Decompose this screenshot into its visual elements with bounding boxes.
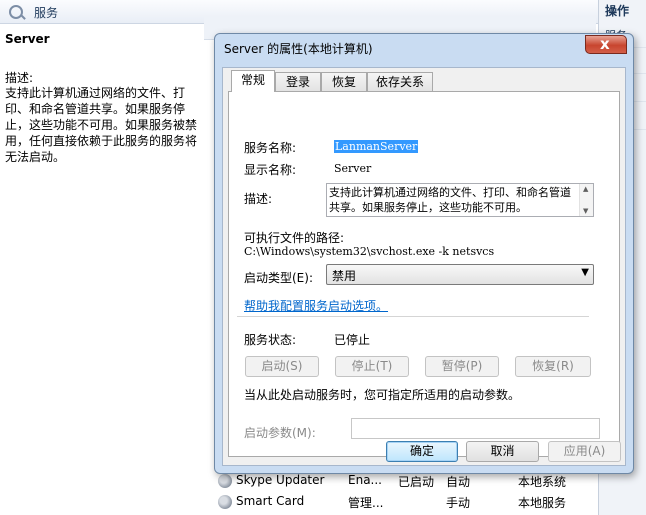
search-icon xyxy=(9,5,23,19)
help-link[interactable]: 帮助我配置服务启动选项。 xyxy=(244,297,388,314)
window-title: 服务 xyxy=(34,6,59,20)
ok-button[interactable]: 确定 xyxy=(386,441,458,462)
actions-title: 操作 xyxy=(605,4,630,18)
divider xyxy=(237,316,589,317)
apply-button[interactable]: 应用(A) xyxy=(548,441,621,462)
close-icon: x xyxy=(600,35,610,53)
service-name-label: 服务名称: xyxy=(244,141,297,155)
tab-dependencies[interactable]: 依存关系 xyxy=(367,72,433,91)
service-status-value: 已停止 xyxy=(334,333,371,347)
startup-type-value: 禁用 xyxy=(332,269,357,283)
service-status-label: 服务状态: xyxy=(244,333,297,347)
scroll-up-icon[interactable]: ▲ xyxy=(583,185,588,193)
description-label: 描述: xyxy=(5,71,34,85)
resume-button[interactable]: 恢复(R) xyxy=(515,356,591,377)
service-name-value[interactable]: LanmanServer xyxy=(334,140,419,153)
dialog-title-bar[interactable]: Server 的属性(本地计算机) x xyxy=(215,34,633,61)
service-gear-icon xyxy=(218,474,232,488)
scroll-down-icon[interactable]: ▼ xyxy=(583,207,588,215)
selected-service-name: Server xyxy=(5,32,50,46)
startup-type-label: 启动类型(E): xyxy=(244,271,313,285)
tab-recovery[interactable]: 恢复 xyxy=(321,72,367,91)
start-params-label: 启动参数(M): xyxy=(244,426,316,440)
service-row[interactable]: Skype Updater Ena... 已启动 自动 本地系统 xyxy=(216,471,596,491)
pause-button[interactable]: 暂停(P) xyxy=(425,356,499,377)
properties-dialog: Server 的属性(本地计算机) x 常规 登录 恢复 依存关系 服务名称: … xyxy=(214,33,634,474)
service-row[interactable]: Smart Card 管理... 手动 本地服务 xyxy=(216,492,596,512)
display-name-value[interactable]: Server xyxy=(334,162,371,175)
stop-button[interactable]: 停止(T) xyxy=(335,356,409,377)
startup-type-select[interactable]: 禁用 ▼ xyxy=(326,264,594,285)
description-scrollbar[interactable]: ▲ ▼ xyxy=(579,184,593,216)
chevron-down-icon: ▼ xyxy=(581,267,589,278)
description-value: 支持此计算机通过网络的文件、打印、和命名管道共享。如果服务停止，这些功能不可用。 xyxy=(329,186,571,214)
service-gear-icon xyxy=(218,495,232,509)
cancel-button[interactable]: 取消 xyxy=(466,441,539,462)
tab-general[interactable]: 常规 xyxy=(231,70,275,92)
exe-path-label: 可执行文件的路径: xyxy=(244,231,345,245)
description-text: 支持此计算机通过网络的文件、打印、和命名管道共享。如果服务停止，这些功能不可用。… xyxy=(5,86,198,164)
display-name-label: 显示名称: xyxy=(244,163,297,177)
exe-path-value: C:\Windows\system32\svchost.exe -k netsv… xyxy=(244,245,495,258)
start-params-hint: 当从此处启动服务时，您可指定所适用的启动参数。 xyxy=(244,388,521,402)
description-textarea[interactable]: 支持此计算机通过网络的文件、打印、和命名管道共享。如果服务停止，这些功能不可用。… xyxy=(326,183,594,217)
close-button[interactable]: x xyxy=(585,35,627,54)
dialog-client: 常规 登录 恢复 依存关系 服务名称: LanmanServer 显示名称: S… xyxy=(222,67,626,466)
general-tab-panel: 服务名称: LanmanServer 显示名称: Server 描述: 支持此计… xyxy=(228,91,620,457)
service-detail-pane: Server 描述: 支持此计算机通过网络的文件、打印、和命名管道共享。如果服务… xyxy=(0,24,212,515)
start-params-input[interactable] xyxy=(351,418,600,439)
tab-logon[interactable]: 登录 xyxy=(275,72,321,91)
description-label: 描述: xyxy=(244,192,273,206)
dialog-title: Server 的属性(本地计算机) xyxy=(224,42,373,56)
start-button[interactable]: 启动(S) xyxy=(245,356,319,377)
